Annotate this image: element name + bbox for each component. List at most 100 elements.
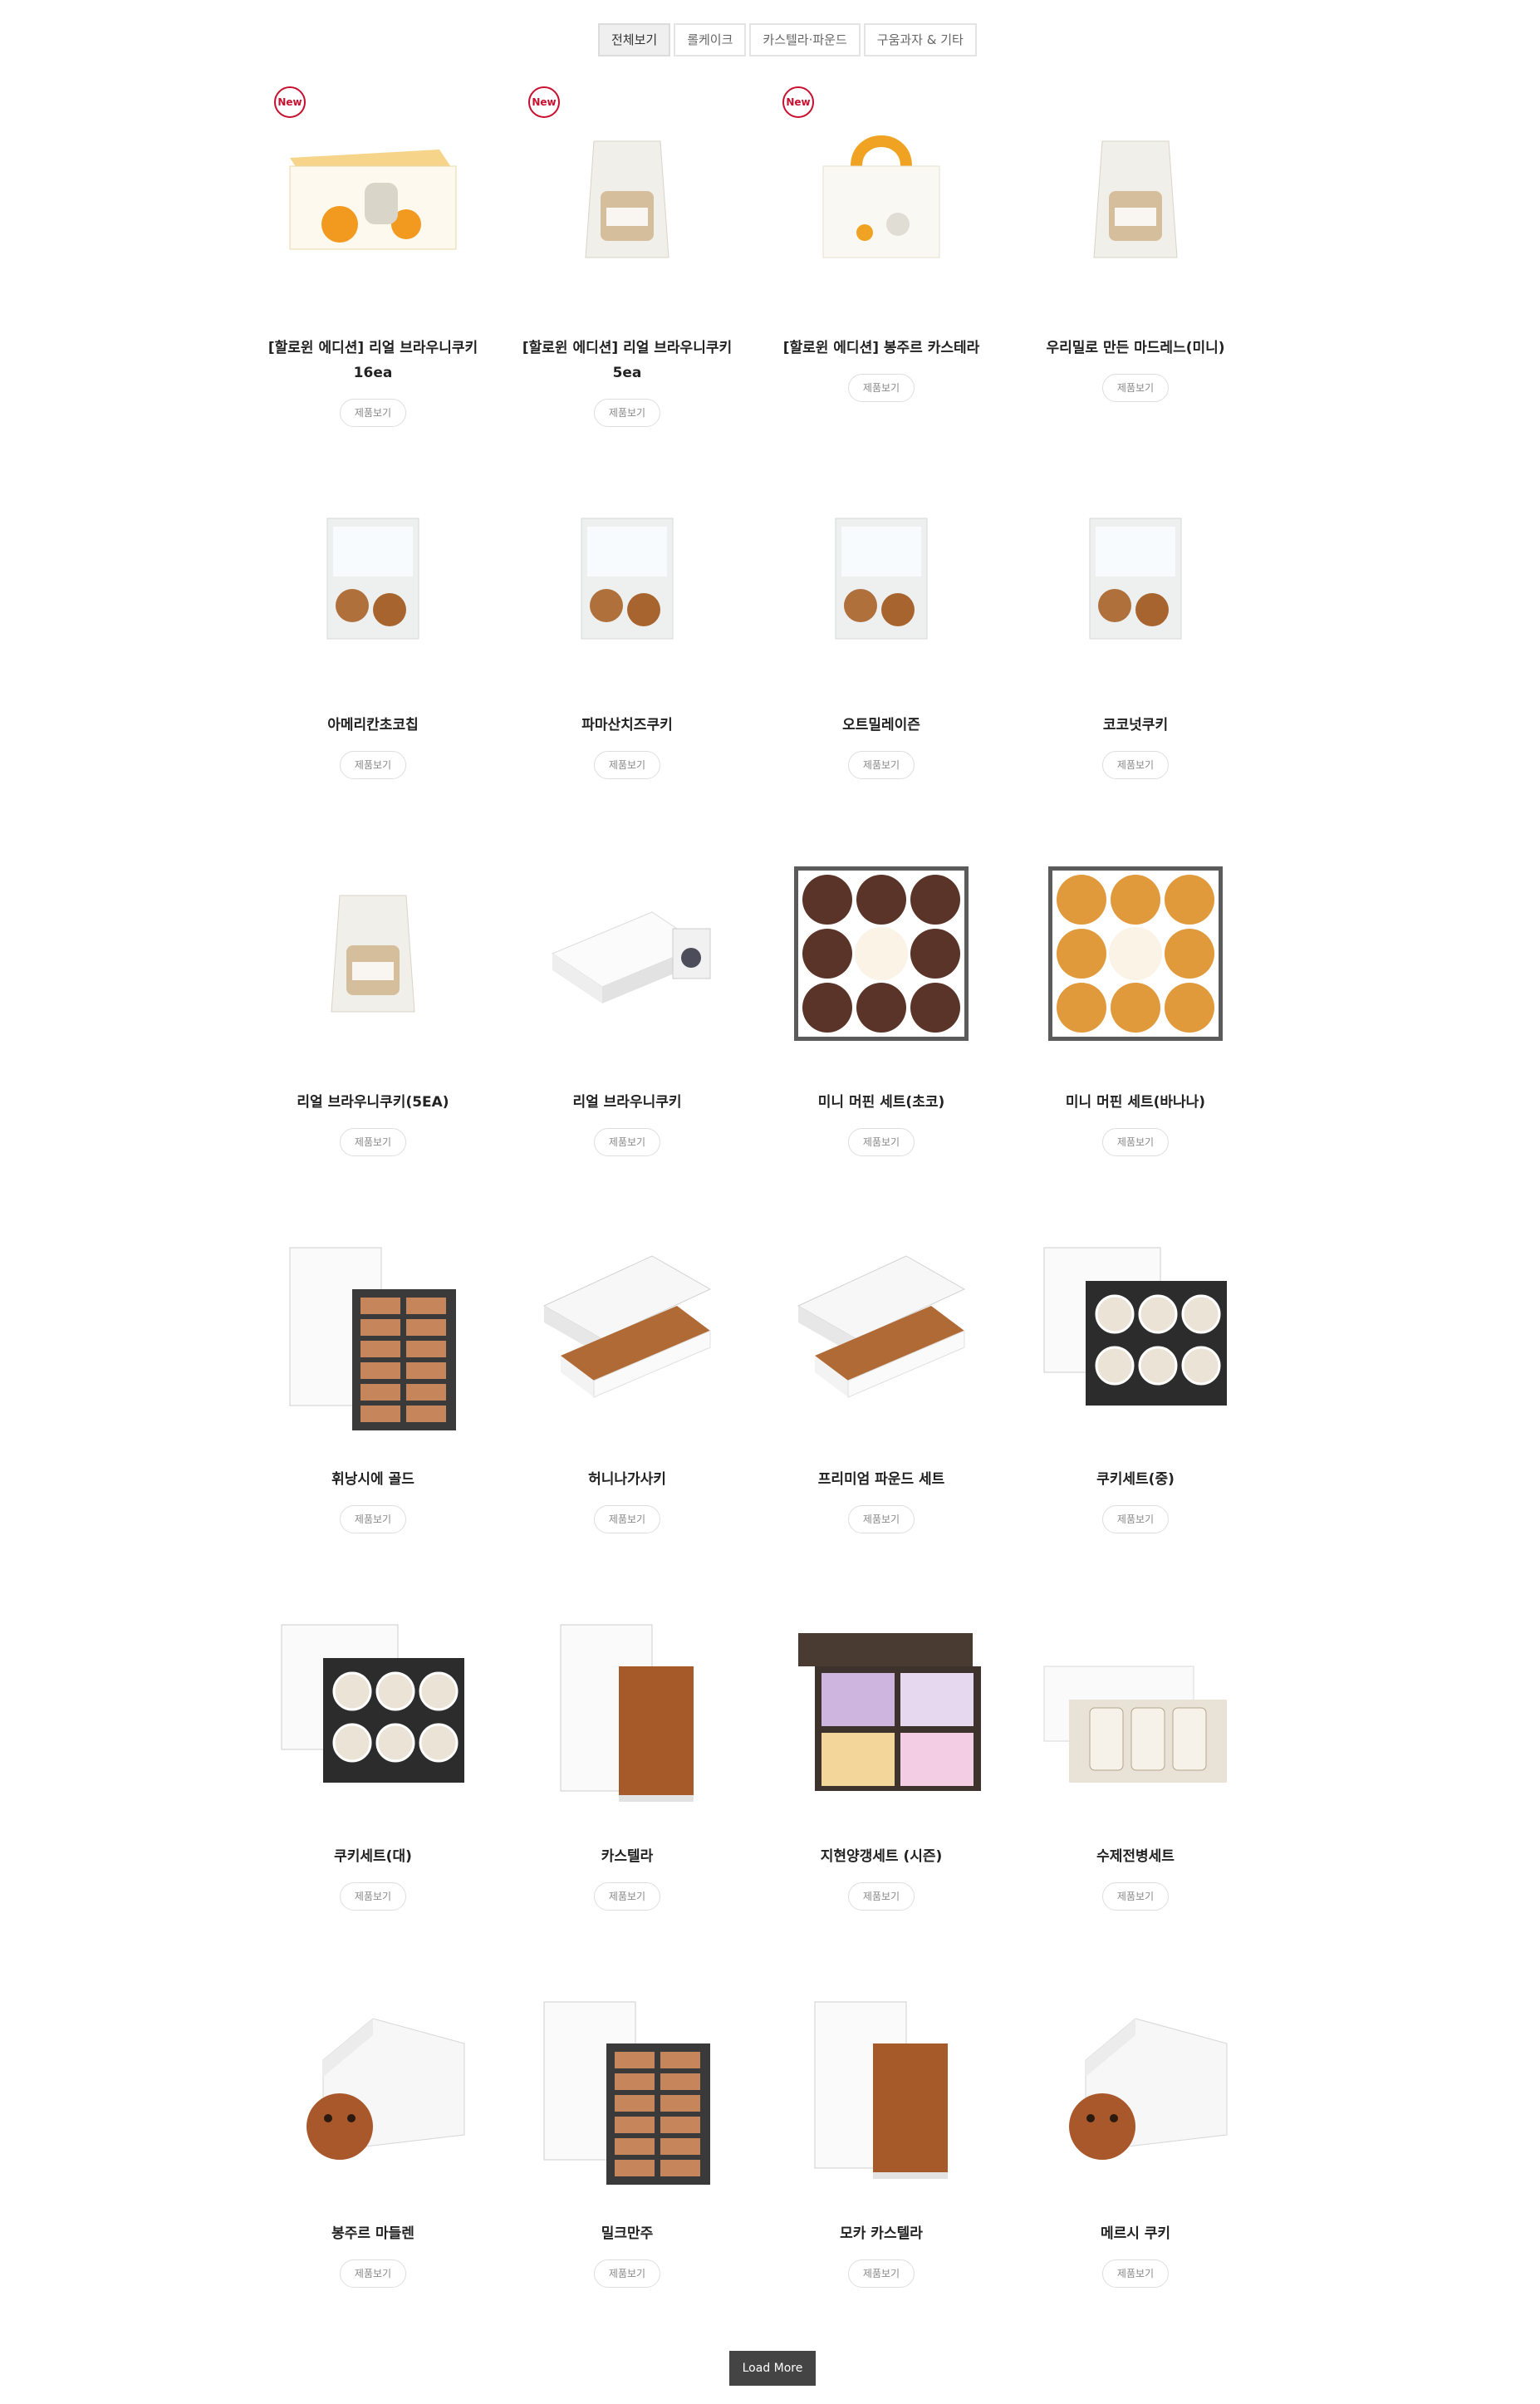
product-name[interactable]: 코코넛쿠키 [1008,713,1263,738]
product-card[interactable]: 쿠키세트(중) 제품보기 [1008,1198,1263,1575]
view-product-button[interactable]: 제품보기 [594,399,660,427]
tab-0[interactable]: 전체보기 [598,23,671,56]
product-card[interactable]: 리얼 브라우니쿠키제품보기 [500,821,754,1198]
product-image[interactable] [527,854,727,1053]
product-image[interactable] [782,854,981,1053]
product-name[interactable]: 모카 카스텔라 [754,2221,1008,2246]
product-image[interactable] [1036,100,1235,299]
view-product-button[interactable]: 제품보기 [340,751,406,779]
view-product-button[interactable]: 제품보기 [848,1128,915,1156]
view-product-button[interactable]: 제품보기 [340,1505,406,1533]
product-card[interactable]: 아메리칸초코칩제품보기 [246,444,500,821]
view-product-button[interactable]: 제품보기 [340,399,406,427]
product-name[interactable]: 리얼 브라우니쿠키 [500,1090,754,1115]
view-product-button[interactable]: 제품보기 [1102,1882,1169,1911]
product-name[interactable]: 프리미엄 파운드 세트 [754,1467,1008,1492]
product-name[interactable]: [할로윈 에디션] 리얼 브라우니쿠키 5ea [500,336,754,385]
view-product-button[interactable]: 제품보기 [594,2259,660,2288]
product-image[interactable] [273,854,473,1053]
product-image[interactable] [527,100,727,299]
tab-2[interactable]: 카스텔라·파운드 [749,23,861,56]
product-image[interactable] [273,477,473,676]
tab-3[interactable]: 구움과자 & 기타 [863,23,977,56]
product-name[interactable]: 아메리칸초코칩 [246,713,500,738]
product-image[interactable] [1036,1231,1235,1430]
product-card[interactable]: 메르시 쿠키제품보기 [1008,1952,1263,2329]
product-name[interactable]: 우리밀로 만든 마드레느(미니) [1008,336,1263,361]
product-card[interactable]: 카스텔라제품보기 [500,1575,754,1952]
product-name[interactable]: 미니 머핀 세트(초코) [754,1090,1008,1115]
product-card[interactable]: 밀크만주제품보기 [500,1952,754,2329]
product-card[interactable]: 수제전병세트제품보기 [1008,1575,1263,1952]
tab-1[interactable]: 롤케이크 [674,23,747,56]
product-card[interactable]: 파마산치즈쿠키제품보기 [500,444,754,821]
load-more-button[interactable]: Load More [729,2351,816,2386]
product-image[interactable] [782,1231,981,1430]
view-product-button[interactable]: 제품보기 [594,1505,660,1533]
view-product-button[interactable]: 제품보기 [848,374,915,402]
product-image[interactable] [782,1608,981,1808]
product-name[interactable]: 카스텔라 [500,1844,754,1869]
view-product-button[interactable]: 제품보기 [1102,751,1169,779]
view-product-button[interactable]: 제품보기 [1102,374,1169,402]
product-image[interactable] [782,477,981,676]
product-image[interactable] [1036,854,1235,1053]
product-image[interactable] [1036,477,1235,676]
product-card[interactable]: New [할로윈 에디션] 리얼 브라우니쿠키 5ea 제품보기 [500,66,754,444]
product-name[interactable]: 밀크만주 [500,2221,754,2246]
product-card[interactable]: New [할로윈 에디션] 리얼 브라우니쿠키 16ea 제품보기 [246,66,500,444]
view-product-button[interactable]: 제품보기 [340,2259,406,2288]
product-name[interactable]: 수제전병세트 [1008,1844,1263,1869]
view-product-button[interactable]: 제품보기 [848,2259,915,2288]
product-name[interactable]: 리얼 브라우니쿠키(5EA) [246,1090,500,1115]
product-image[interactable] [1036,1985,1235,2185]
product-name[interactable]: 허니나가사키 [500,1467,754,1492]
product-image[interactable] [527,477,727,676]
product-name[interactable]: 오트밀레이즌 [754,713,1008,738]
product-image[interactable] [273,1231,473,1430]
product-card[interactable]: 지현양갱세트 (시즌) 제품보기 [754,1575,1008,1952]
view-product-button[interactable]: 제품보기 [1102,1128,1169,1156]
product-card[interactable]: 미니 머핀 세트(초코) 제품보기 [754,821,1008,1198]
product-image[interactable] [273,1608,473,1808]
product-image[interactable] [527,1231,727,1430]
product-image[interactable] [527,1608,727,1808]
product-image[interactable] [1036,1608,1235,1808]
product-name[interactable]: 메르시 쿠키 [1008,2221,1263,2246]
view-product-button[interactable]: 제품보기 [594,1128,660,1156]
product-card[interactable]: 리얼 브라우니쿠키(5EA) 제품보기 [246,821,500,1198]
product-name[interactable]: [할로윈 에디션] 리얼 브라우니쿠키 16ea [246,336,500,385]
product-image[interactable] [527,1985,727,2185]
view-product-button[interactable]: 제품보기 [848,751,915,779]
view-product-button[interactable]: 제품보기 [1102,2259,1169,2288]
product-name[interactable]: 쿠키세트(중) [1008,1467,1263,1492]
view-product-button[interactable]: 제품보기 [1102,1505,1169,1533]
product-name[interactable]: 지현양갱세트 (시즌) [754,1844,1008,1869]
view-product-button[interactable]: 제품보기 [848,1882,915,1911]
product-name[interactable]: 봉주르 마들렌 [246,2221,500,2246]
product-name[interactable]: 쿠키세트(대) [246,1844,500,1869]
product-card[interactable]: New [할로윈 에디션] 봉주르 카스테라 제품보기 [754,66,1008,444]
product-card[interactable]: 프리미엄 파운드 세트제품보기 [754,1198,1008,1575]
product-card[interactable]: 우리밀로 만든 마드레느(미니) 제품보기 [1008,66,1263,444]
product-card[interactable]: 미니 머핀 세트(바나나) 제품보기 [1008,821,1263,1198]
product-card[interactable]: 모카 카스텔라제품보기 [754,1952,1008,2329]
view-product-button[interactable]: 제품보기 [340,1882,406,1911]
product-card[interactable]: 오트밀레이즌제품보기 [754,444,1008,821]
product-name[interactable]: 파마산치즈쿠키 [500,713,754,738]
view-product-button[interactable]: 제품보기 [594,1882,660,1911]
product-name[interactable]: 미니 머핀 세트(바나나) [1008,1090,1263,1115]
product-card[interactable]: 허니나가사키제품보기 [500,1198,754,1575]
product-image[interactable] [782,1985,981,2185]
product-name[interactable]: [할로윈 에디션] 봉주르 카스테라 [754,336,1008,361]
product-card[interactable]: 휘낭시에 골드 제품보기 [246,1198,500,1575]
view-product-button[interactable]: 제품보기 [594,751,660,779]
product-card[interactable]: 봉주르 마들렌제품보기 [246,1952,500,2329]
product-image[interactable] [273,1985,473,2185]
product-image[interactable] [273,100,473,299]
view-product-button[interactable]: 제품보기 [848,1505,915,1533]
view-product-button[interactable]: 제품보기 [340,1128,406,1156]
product-card[interactable]: 쿠키세트(대) 제품보기 [246,1575,500,1952]
product-image[interactable] [782,100,981,299]
product-card[interactable]: 코코넛쿠키제품보기 [1008,444,1263,821]
